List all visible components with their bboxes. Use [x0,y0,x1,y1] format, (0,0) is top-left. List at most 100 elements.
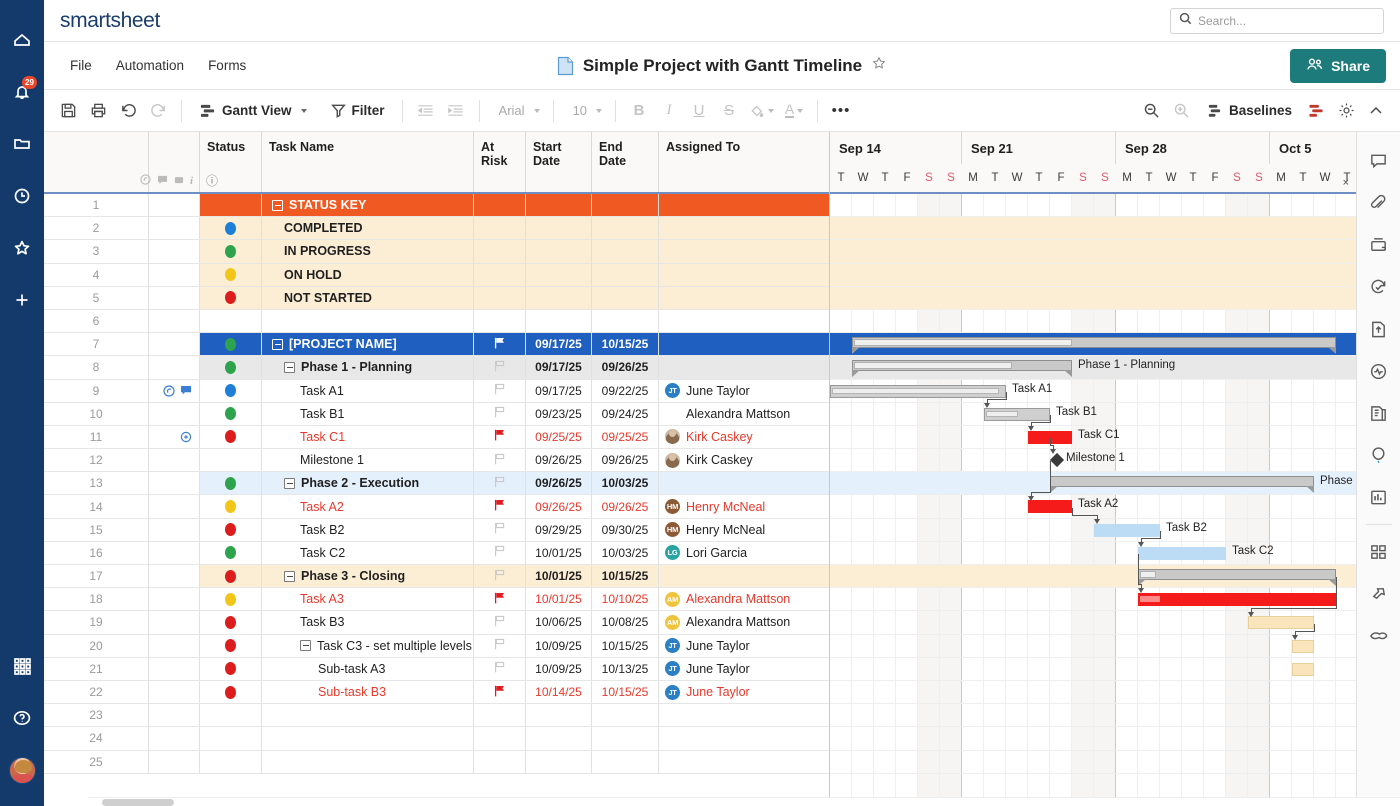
at-risk-cell[interactable] [474,565,526,587]
font-family-selector[interactable]: Arial [489,97,544,125]
start-date-cell[interactable]: 10/09/25 [526,635,592,657]
gantt-bar[interactable] [1292,663,1314,676]
start-date-cell[interactable] [526,194,592,216]
end-date-cell[interactable]: 10/15/25 [592,565,659,587]
task-name-cell[interactable] [262,751,474,773]
table-row[interactable]: 18Task A310/01/2510/10/25AMAlexandra Mat… [44,588,829,611]
end-date-cell[interactable]: 10/03/25 [592,472,659,494]
end-date-cell[interactable]: 09/26/25 [592,495,659,517]
at-risk-cell[interactable] [474,658,526,680]
status-cell[interactable] [200,356,262,378]
bold-button[interactable]: B [625,97,653,125]
chevron-up-icon[interactable] [1362,97,1390,125]
at-risk-cell[interactable] [474,333,526,355]
gantt-bar[interactable] [852,337,1336,348]
flag-icon-active[interactable] [494,429,505,444]
task-name-cell[interactable]: Task C1 [262,426,474,448]
assigned-to-cell[interactable] [659,333,829,355]
assigned-to-cell[interactable] [659,264,829,286]
row-number[interactable]: 19 [44,611,149,633]
assigned-to-cell[interactable] [659,704,829,726]
create-plus-icon[interactable] [0,274,44,326]
row-number[interactable]: 14 [44,495,149,517]
start-date-cell[interactable]: 09/17/25 [526,333,592,355]
status-cell[interactable] [200,751,262,773]
close-icon[interactable]: × [1343,177,1349,189]
gantt-row[interactable] [830,565,1356,588]
search-input[interactable] [1198,14,1375,28]
italic-button[interactable]: I [655,97,683,125]
task-name-cell[interactable]: Phase 2 - Execution [262,472,474,494]
task-name-cell[interactable]: Sub-task A3 [262,658,474,680]
baselines-button[interactable]: Baselines [1198,97,1300,125]
collapse-toggle[interactable] [300,640,311,651]
row-indicators[interactable] [149,704,200,726]
at-risk-cell[interactable] [474,194,526,216]
menu-file[interactable]: File [58,52,104,79]
gantt-row[interactable]: Task B2 [830,519,1356,542]
table-row[interactable]: 2COMPLETED [44,217,829,240]
row-number[interactable]: 23 [44,704,149,726]
start-date-cell[interactable]: 10/09/25 [526,658,592,680]
end-date-cell[interactable] [592,751,659,773]
start-date-cell[interactable] [526,264,592,286]
gantt-bar[interactable] [1050,476,1314,487]
status-cell[interactable] [200,565,262,587]
at-risk-cell[interactable] [474,287,526,309]
end-date-cell[interactable]: 10/15/25 [592,333,659,355]
gantt-row[interactable] [830,310,1356,333]
row-indicators[interactable] [149,727,200,749]
gantt-row[interactable]: Task A1 [830,380,1356,403]
assigned-to-cell[interactable] [659,565,829,587]
at-risk-cell[interactable] [474,356,526,378]
status-cell[interactable] [200,472,262,494]
task-name-cell[interactable]: Task C3 - set multiple levels [262,635,474,657]
end-date-cell[interactable]: 10/08/25 [592,611,659,633]
assigned-to-cell[interactable] [659,217,829,239]
end-date-cell[interactable]: 09/25/25 [592,426,659,448]
status-cell[interactable] [200,681,262,703]
row-number[interactable]: 25 [44,751,149,773]
row-number[interactable]: 15 [44,519,149,541]
task-name-cell[interactable]: Phase 1 - Planning [262,356,474,378]
gantt-bar[interactable] [1248,616,1314,629]
publish-icon[interactable] [1357,308,1400,350]
search-box[interactable] [1170,8,1384,34]
pin-icon[interactable] [1357,573,1400,615]
task-name-cell[interactable]: Sub-task B3 [262,681,474,703]
assigned-to-cell[interactable]: LGLori Garcia [659,542,829,564]
at-risk-cell[interactable] [474,472,526,494]
row-indicators[interactable] [149,542,200,564]
browse-folder-icon[interactable] [0,118,44,170]
at-risk-cell[interactable] [474,403,526,425]
start-date-cell[interactable]: 10/01/25 [526,565,592,587]
table-row[interactable]: 8Phase 1 - Planning09/17/2509/26/25 [44,356,829,379]
assigned-to-cell[interactable]: AMAlexandra Mattson [659,611,829,633]
task-name-cell[interactable]: Phase 3 - Closing [262,565,474,587]
row-indicators[interactable] [149,681,200,703]
start-date-cell[interactable]: 10/14/25 [526,681,592,703]
flag-icon-inactive[interactable] [494,406,505,421]
assigned-to-cell[interactable]: JTJune Taylor [659,658,829,680]
start-date-cell[interactable]: 10/01/25 [526,588,592,610]
table-row[interactable]: 25 [44,751,829,774]
status-cell[interactable] [200,426,262,448]
row-number[interactable]: 9 [44,380,149,402]
row-indicators[interactable] [149,611,200,633]
assigned-to-cell[interactable] [659,310,829,332]
start-date-cell[interactable] [526,217,592,239]
table-row[interactable]: 4ON HOLD [44,264,829,287]
home-icon[interactable] [0,14,44,66]
end-date-cell[interactable] [592,287,659,309]
row-indicators[interactable] [149,495,200,517]
start-date-cell[interactable] [526,704,592,726]
end-date-cell[interactable] [592,704,659,726]
start-date-cell[interactable]: 09/29/25 [526,519,592,541]
gantt-row[interactable]: Task C2 [830,542,1356,565]
save-icon[interactable] [54,97,82,125]
table-row[interactable]: 16Task C210/01/2510/03/25LGLori Garcia [44,542,829,565]
table-row[interactable]: 3IN PROGRESS [44,240,829,263]
flag-icon-inactive[interactable] [494,476,505,491]
row-indicators[interactable] [149,194,200,216]
gantt-body[interactable]: Phase 1 - PlanningTask A1Task B1Task C1M… [830,194,1356,806]
